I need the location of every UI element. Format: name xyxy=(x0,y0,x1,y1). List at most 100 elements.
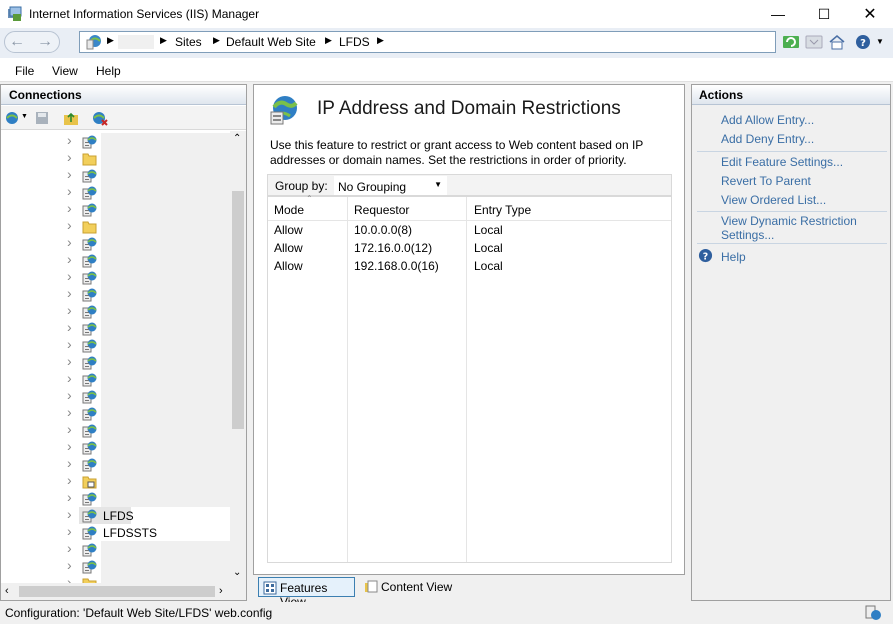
tab-features-view[interactable]: Features View xyxy=(258,577,355,609)
tree-node[interactable]: › xyxy=(1,319,230,337)
scroll-up-icon[interactable]: ⌃ xyxy=(233,133,241,144)
tree-node[interactable]: › xyxy=(1,540,230,558)
expand-chevron-icon[interactable]: › xyxy=(67,166,72,182)
action-edit-feature-settings[interactable]: Edit Feature Settings... xyxy=(721,155,843,169)
home-icon[interactable] xyxy=(828,33,846,51)
expand-chevron-icon[interactable]: › xyxy=(67,302,72,318)
breadcrumb-default-web-site[interactable]: Default Web Site xyxy=(226,35,316,49)
tree-node[interactable]: › xyxy=(1,217,230,235)
action-add-allow-entry[interactable]: Add Allow Entry... xyxy=(721,113,814,127)
table-row[interactable]: Allow 10.0.0.0(8) Local xyxy=(268,223,671,241)
table-row[interactable]: Allow 172.16.0.0(12) Local xyxy=(268,241,671,259)
scroll-down-icon[interactable]: ⌄ xyxy=(233,567,241,578)
action-view-dynamic-restriction-settings[interactable]: View Dynamic Restriction Settings... xyxy=(721,214,886,242)
tree-node[interactable]: › xyxy=(1,183,230,201)
expand-chevron-icon[interactable]: › xyxy=(67,370,72,386)
tree-node[interactable]: › xyxy=(1,455,230,473)
tree-node[interactable]: › xyxy=(1,166,230,184)
expand-chevron-icon[interactable]: › xyxy=(67,200,72,216)
breadcrumb-server[interactable] xyxy=(118,35,154,49)
expand-chevron-icon[interactable]: › xyxy=(67,506,72,522)
tree-horizontal-scrollbar[interactable]: ‹ › xyxy=(1,583,246,600)
connect-globe-icon[interactable] xyxy=(4,110,20,126)
chevron-down-icon[interactable]: ▼ xyxy=(21,113,28,120)
expand-chevron-icon[interactable]: › xyxy=(67,353,72,369)
tree-node[interactable]: › xyxy=(1,132,230,150)
tree-node[interactable]: › xyxy=(1,336,230,354)
tree-node[interactable]: › xyxy=(1,149,230,167)
disconnect-icon[interactable] xyxy=(91,110,109,126)
up-folder-icon[interactable] xyxy=(63,110,79,126)
tab-content-view[interactable]: Content View xyxy=(360,577,460,597)
tree-node[interactable]: › xyxy=(1,472,230,490)
expand-chevron-icon[interactable]: › xyxy=(67,183,72,199)
menu-help[interactable]: Help xyxy=(96,64,121,78)
tree-node[interactable]: › xyxy=(1,489,230,507)
tree-node[interactable]: › LFDSSTS xyxy=(1,523,230,541)
tree-node[interactable]: › xyxy=(1,387,230,405)
expand-chevron-icon[interactable]: › xyxy=(67,421,72,437)
tree-node[interactable]: › xyxy=(1,234,230,252)
expand-chevron-icon[interactable]: › xyxy=(67,404,72,420)
tree-node[interactable]: › xyxy=(1,302,230,320)
expand-chevron-icon[interactable]: › xyxy=(67,455,72,471)
expand-chevron-icon[interactable]: › xyxy=(67,523,72,539)
expand-chevron-icon[interactable]: › xyxy=(67,285,72,301)
tree-node[interactable]: › xyxy=(1,285,230,303)
expand-chevron-icon[interactable]: › xyxy=(67,132,72,148)
expand-chevron-icon[interactable]: › xyxy=(67,472,72,488)
stop-icon[interactable] xyxy=(805,33,823,51)
tree-node[interactable]: › LFDS xyxy=(1,506,230,524)
expand-chevron-icon[interactable]: › xyxy=(67,438,72,454)
address-bar[interactable]: ▶ ▶ Sites ▶ Default Web Site ▶ LFDS ▶ xyxy=(79,31,776,53)
tree-node[interactable]: › xyxy=(1,438,230,456)
tree-node[interactable]: › xyxy=(1,557,230,575)
table-row[interactable]: Allow 192.168.0.0(16) Local xyxy=(268,259,671,277)
expand-chevron-icon[interactable]: › xyxy=(67,268,72,284)
column-header-entry-type[interactable]: Entry Type xyxy=(474,203,531,217)
expand-chevron-icon[interactable]: › xyxy=(67,149,72,165)
tree-node[interactable]: › xyxy=(1,200,230,218)
minimize-button[interactable]: — xyxy=(755,0,801,28)
expand-chevron-icon[interactable]: › xyxy=(67,217,72,233)
scroll-left-icon[interactable]: ‹ xyxy=(5,585,9,597)
vertical-scroll-thumb[interactable] xyxy=(232,191,244,429)
tree-node[interactable]: › xyxy=(1,370,230,388)
expand-chevron-icon[interactable]: › xyxy=(67,387,72,403)
expand-chevron-icon[interactable]: › xyxy=(67,319,72,335)
column-header-mode[interactable]: Mode xyxy=(274,203,304,217)
chevron-down-icon[interactable]: ▼ xyxy=(876,37,884,46)
action-add-deny-entry[interactable]: Add Deny Entry... xyxy=(721,132,814,146)
tree-node[interactable]: › xyxy=(1,268,230,286)
scroll-right-icon[interactable]: › xyxy=(219,585,223,597)
expand-chevron-icon[interactable]: › xyxy=(67,540,72,556)
close-button[interactable]: ✕ xyxy=(847,0,893,28)
expand-chevron-icon[interactable]: › xyxy=(67,574,72,583)
action-revert-to-parent[interactable]: Revert To Parent xyxy=(721,174,811,188)
column-header-requestor[interactable]: Requestor xyxy=(354,203,409,217)
tree-node[interactable]: › xyxy=(1,421,230,439)
back-button[interactable]: ← xyxy=(5,31,29,53)
tree-node[interactable]: › xyxy=(1,404,230,422)
group-by-dropdown[interactable]: No Grouping ▼ xyxy=(334,176,447,195)
refresh-icon[interactable] xyxy=(782,33,800,51)
menu-file[interactable]: File xyxy=(15,64,34,78)
breadcrumb-lfds[interactable]: LFDS xyxy=(339,35,370,49)
breadcrumb-sites[interactable]: Sites xyxy=(175,35,202,49)
expand-chevron-icon[interactable]: › xyxy=(67,557,72,573)
tree-node[interactable]: › xyxy=(1,574,230,583)
save-icon[interactable] xyxy=(34,110,50,126)
action-view-ordered-list[interactable]: View Ordered List... xyxy=(721,193,826,207)
expand-chevron-icon[interactable]: › xyxy=(67,489,72,505)
help-dropdown-icon[interactable]: ? xyxy=(854,33,872,51)
horizontal-scroll-thumb[interactable] xyxy=(19,586,215,597)
tree-vertical-scrollbar[interactable]: ⌃ ⌄ xyxy=(230,131,246,583)
menu-view[interactable]: View xyxy=(52,64,78,78)
tree-node[interactable]: › xyxy=(1,353,230,371)
expand-chevron-icon[interactable]: › xyxy=(67,251,72,267)
tree-node[interactable]: › xyxy=(1,251,230,269)
expand-chevron-icon[interactable]: › xyxy=(67,234,72,250)
forward-button[interactable]: → xyxy=(33,31,57,53)
action-help[interactable]: Help xyxy=(721,250,746,264)
maximize-button[interactable]: ☐ xyxy=(801,0,847,28)
